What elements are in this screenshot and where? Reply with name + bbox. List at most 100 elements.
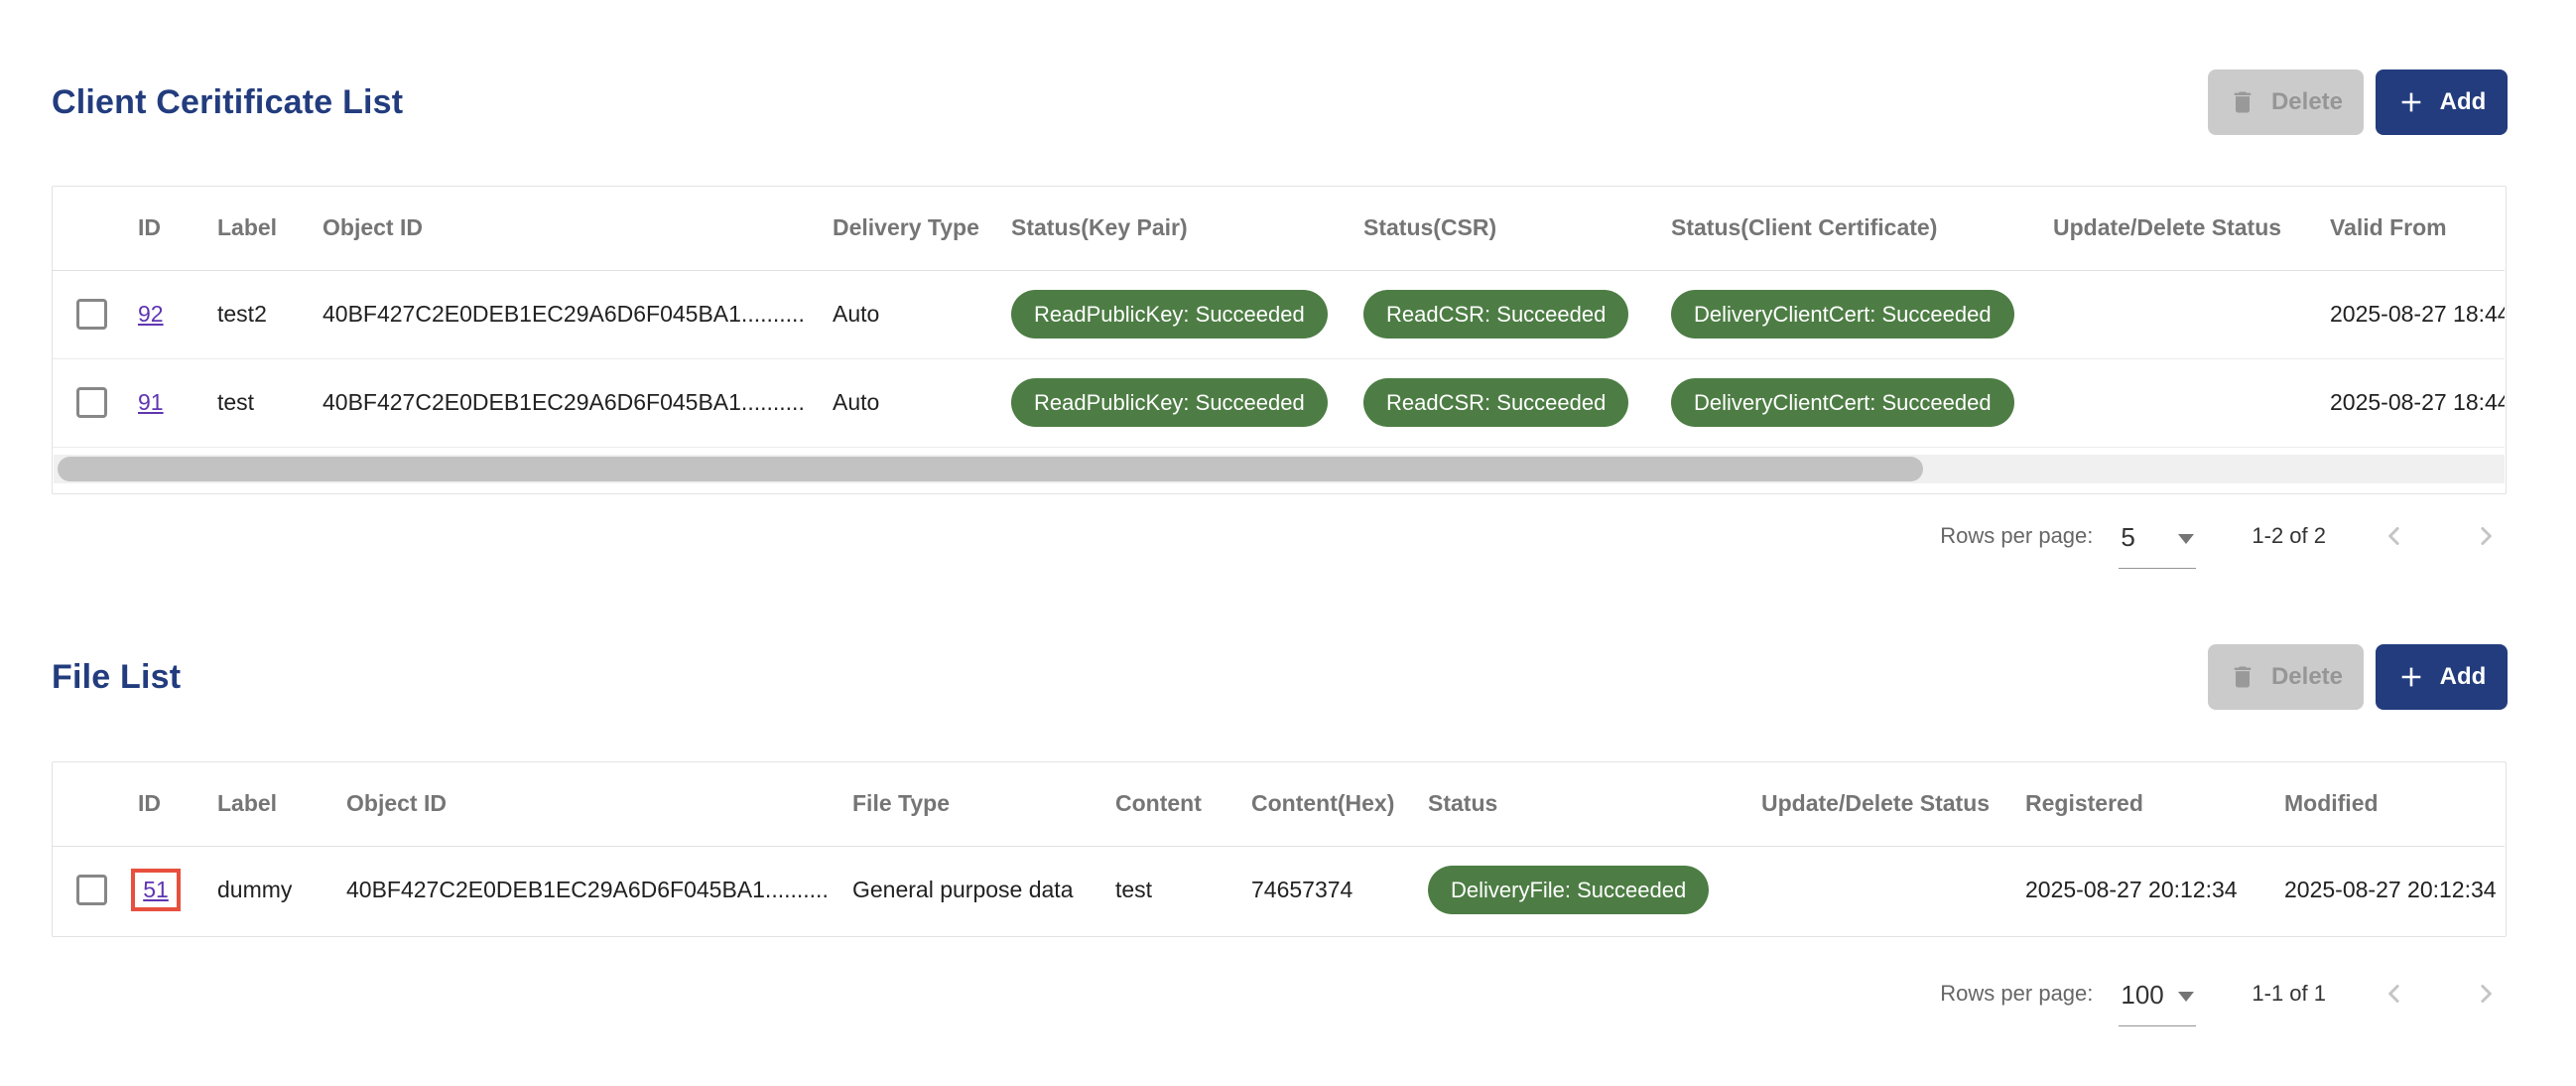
client-cert-section-header: Client Ceritificate List Delete Add <box>52 69 2508 135</box>
rows-per-page-value: 5 <box>2121 522 2134 552</box>
add-button-label: Add <box>2440 88 2487 116</box>
status-badge: ReadCSR: Succeeded <box>1363 290 1628 339</box>
table-row: 51 dummy 40BF427C2E0DEB1EC29A6D6F045BA1.… <box>53 846 2505 934</box>
cell-label: test2 <box>209 270 315 358</box>
table-header-row: ID Label Object ID File Type Content Con… <box>53 762 2505 846</box>
rows-per-page-label: Rows per page: <box>1940 523 2093 549</box>
cell-update-delete-status <box>1753 846 2017 934</box>
header-object-id: Object ID <box>338 762 844 846</box>
cell-delivery-type: Auto <box>825 358 1003 447</box>
file-list-table-card: ID Label Object ID File Type Content Con… <box>52 761 2507 937</box>
cell-label: dummy <box>209 846 338 934</box>
plus-icon <box>2397 88 2425 116</box>
next-page-button[interactable] <box>2471 521 2501 551</box>
header-update-delete-status: Update/Delete Status <box>2045 187 2322 270</box>
delete-button-label: Delete <box>2271 663 2343 691</box>
header-checkbox-spacer <box>53 187 130 270</box>
file-list-table: ID Label Object ID File Type Content Con… <box>53 762 2505 934</box>
row-id-link[interactable]: 91 <box>138 389 164 415</box>
header-status-client-certificate: Status(Client Certificate) <box>1663 187 2045 270</box>
file-list-toolbar: Delete Add <box>2208 644 2508 710</box>
horizontal-scrollbar-track[interactable] <box>54 455 2505 483</box>
trash-icon <box>2229 88 2256 116</box>
client-cert-pagination: Rows per page: 5 1-2 of 2 <box>1940 506 2501 566</box>
chevron-left-icon <box>2380 979 2409 1009</box>
caret-down-icon <box>2178 534 2194 544</box>
header-registered: Registered <box>2017 762 2276 846</box>
header-label: Label <box>209 762 338 846</box>
client-cert-table-card: ID Label Object ID Delivery Type Status(… <box>52 186 2507 494</box>
cell-object-id: 40BF427C2E0DEB1EC29A6D6F045BA1.......... <box>338 846 844 934</box>
cell-modified: 2025-08-27 20:12:34 <box>2276 846 2505 934</box>
plus-icon <box>2397 663 2425 691</box>
status-badge: DeliveryClientCert: Succeeded <box>1671 290 2014 339</box>
header-content: Content <box>1107 762 1243 846</box>
row-id-link[interactable]: 51 <box>143 877 169 903</box>
delete-button-label: Delete <box>2271 88 2343 116</box>
add-button[interactable]: Add <box>2376 69 2508 135</box>
status-badge: ReadPublicKey: Succeeded <box>1011 290 1328 339</box>
chevron-left-icon <box>2380 521 2409 551</box>
horizontal-scrollbar-thumb[interactable] <box>58 457 1923 481</box>
header-content-hex: Content(Hex) <box>1243 762 1420 846</box>
cell-delivery-type: Auto <box>825 270 1003 358</box>
status-badge: ReadPublicKey: Succeeded <box>1011 378 1328 427</box>
cell-update-delete-status <box>2045 358 2322 447</box>
header-delivery-type: Delivery Type <box>825 187 1003 270</box>
client-cert-toolbar: Delete Add <box>2208 69 2508 135</box>
header-id: ID <box>130 187 209 270</box>
highlight-box: 51 <box>131 869 181 911</box>
delete-button[interactable]: Delete <box>2208 644 2364 710</box>
status-badge: DeliveryClientCert: Succeeded <box>1671 378 2014 427</box>
table-header-row: ID Label Object ID Delivery Type Status(… <box>53 187 2505 270</box>
chevron-right-icon <box>2471 521 2501 551</box>
row-checkbox[interactable] <box>76 387 107 418</box>
rows-per-page-select[interactable]: 5 <box>2119 522 2196 569</box>
cell-file-type: General purpose data <box>844 846 1107 934</box>
file-list-pagination: Rows per page: 100 1-1 of 1 <box>1940 964 2501 1023</box>
rows-per-page-value: 100 <box>2121 980 2163 1010</box>
header-object-id: Object ID <box>315 187 825 270</box>
chevron-right-icon <box>2471 979 2501 1009</box>
cell-object-id: 40BF427C2E0DEB1EC29A6D6F045BA1.......... <box>315 358 825 447</box>
page-title: Client Ceritificate List <box>52 83 403 122</box>
cell-valid-from: 2025-08-27 18:44:31 <box>2322 358 2505 447</box>
previous-page-button[interactable] <box>2380 979 2409 1009</box>
header-checkbox-spacer <box>53 762 130 846</box>
table-row: 91 test 40BF427C2E0DEB1EC29A6D6F045BA1..… <box>53 358 2505 447</box>
row-checkbox[interactable] <box>76 299 107 330</box>
header-status-key-pair: Status(Key Pair) <box>1003 187 1355 270</box>
page-title: File List <box>52 658 181 697</box>
status-badge: DeliveryFile: Succeeded <box>1428 866 1709 914</box>
table-row: 92 test2 40BF427C2E0DEB1EC29A6D6F045BA1.… <box>53 270 2505 358</box>
status-badge: ReadCSR: Succeeded <box>1363 378 1628 427</box>
pagination-range: 1-1 of 1 <box>2252 981 2326 1007</box>
header-label: Label <box>209 187 315 270</box>
next-page-button[interactable] <box>2471 979 2501 1009</box>
header-status: Status <box>1420 762 1753 846</box>
cell-registered: 2025-08-27 20:12:34 <box>2017 846 2276 934</box>
caret-down-icon <box>2178 992 2194 1002</box>
header-valid-from: Valid From <box>2322 187 2505 270</box>
cell-content-hex: 74657374 <box>1243 846 1420 934</box>
header-file-type: File Type <box>844 762 1107 846</box>
previous-page-button[interactable] <box>2380 521 2409 551</box>
delete-button[interactable]: Delete <box>2208 69 2364 135</box>
add-button[interactable]: Add <box>2376 644 2508 710</box>
cell-update-delete-status <box>2045 270 2322 358</box>
add-button-label: Add <box>2440 663 2487 691</box>
cell-valid-from: 2025-08-27 18:44:17 <box>2322 270 2505 358</box>
header-modified: Modified <box>2276 762 2505 846</box>
cell-label: test <box>209 358 315 447</box>
header-update-delete-status: Update/Delete Status <box>1753 762 2017 846</box>
cell-content: test <box>1107 846 1243 934</box>
header-status-csr: Status(CSR) <box>1355 187 1663 270</box>
cell-object-id: 40BF427C2E0DEB1EC29A6D6F045BA1.......... <box>315 270 825 358</box>
pagination-range: 1-2 of 2 <box>2252 523 2326 549</box>
header-id: ID <box>130 762 209 846</box>
rows-per-page-select[interactable]: 100 <box>2119 980 2196 1026</box>
client-cert-table: ID Label Object ID Delivery Type Status(… <box>53 187 2505 448</box>
rows-per-page-label: Rows per page: <box>1940 981 2093 1007</box>
row-id-link[interactable]: 92 <box>138 301 164 327</box>
row-checkbox[interactable] <box>76 875 107 905</box>
